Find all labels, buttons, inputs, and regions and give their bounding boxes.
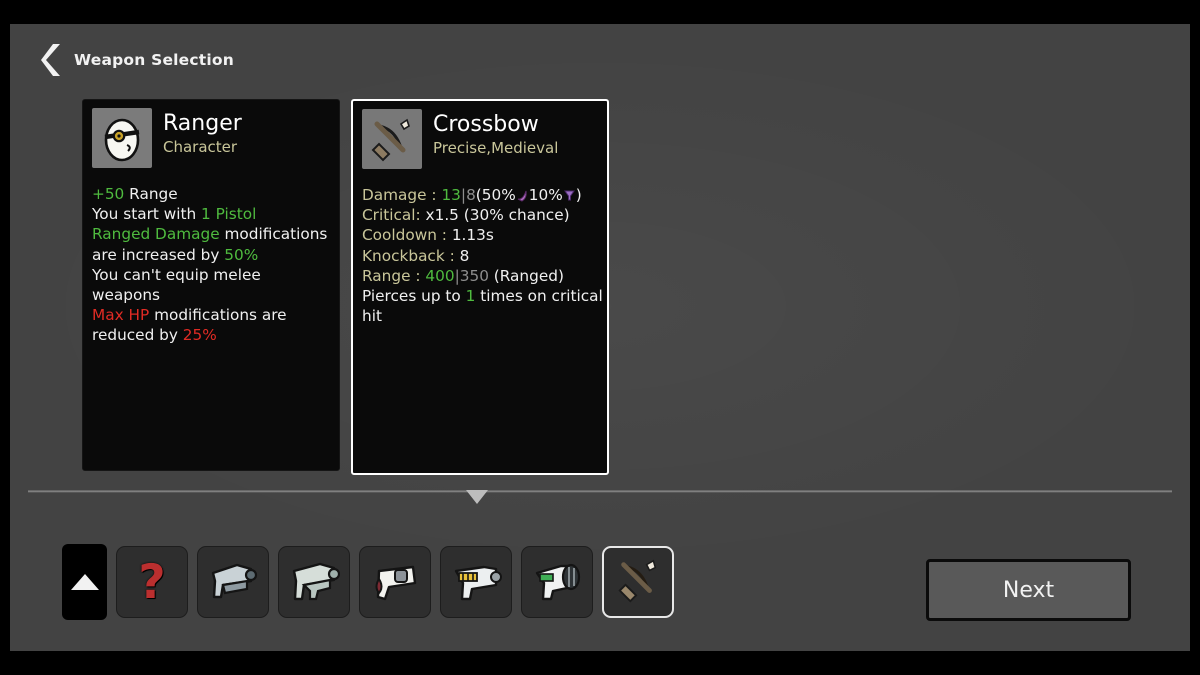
stat-text: 1	[465, 287, 476, 306]
stat-text: )	[575, 186, 582, 204]
divider	[28, 490, 1172, 493]
stat-line: are increased by 50%	[92, 245, 332, 265]
stat-text: +50	[92, 185, 125, 203]
slot-weapon-3[interactable]	[359, 546, 431, 618]
weapon-card[interactable]: Crossbow Precise,Medieval Damage : 13|8(…	[351, 99, 609, 475]
stat-line: Damage : 13|8(50% 10%)	[362, 185, 600, 205]
stat-line: reduced by 25%	[92, 325, 332, 345]
weapon-slot-bar: ?	[62, 544, 674, 620]
stat-text: are increased by	[92, 245, 225, 264]
stat-text: weapons	[92, 286, 161, 305]
triangle-up-icon	[70, 574, 99, 590]
stage: Weapon Selection Ranger Character +50 Ra…	[10, 24, 1190, 651]
stat-text: 350	[459, 266, 489, 285]
stat-text: times on critical	[475, 287, 603, 306]
slot-weapon-5[interactable]	[521, 546, 593, 618]
stat-text: 400	[425, 266, 455, 285]
stat-text: 13	[441, 186, 461, 204]
card-header: Ranger Character	[92, 108, 332, 174]
card-subtitle: Precise,Medieval	[433, 139, 559, 157]
stat-line: hit	[362, 306, 600, 326]
stat-text: Damage :	[362, 186, 442, 204]
shotgun-green-icon	[531, 557, 583, 607]
crossbow-icon	[362, 109, 422, 169]
stat-line: You can't equip melee	[92, 265, 332, 285]
slot-scroll-up[interactable]	[62, 544, 107, 620]
card-subtitle: Character	[163, 138, 238, 156]
stat-text: modifications	[219, 225, 328, 244]
crossbow-icon	[614, 556, 662, 608]
stat-text: You can't equip melee	[92, 265, 261, 284]
stat-text: Ranged Damage	[92, 225, 220, 244]
stat-line: You start with 1 Pistol	[92, 204, 332, 224]
stat-line: Max HP modifications are	[92, 305, 332, 325]
letterbox-right	[1190, 24, 1200, 651]
letterbox-left	[0, 24, 10, 651]
stat-text: 8	[459, 246, 470, 265]
weapon-stat-lines: Damage : 13|8(50% 10%) Critical: x1.5 (30%…	[362, 185, 603, 326]
slot-weapon-6[interactable]	[602, 546, 674, 618]
stat-text: modifications are	[149, 306, 287, 325]
card-title: Ranger	[163, 111, 242, 136]
stat-text: Knockback :	[362, 246, 460, 265]
stat-text: reduced by	[92, 326, 183, 345]
back-chevron-icon[interactable]	[40, 43, 62, 77]
next-button[interactable]: Next	[926, 559, 1131, 621]
stat-text: hit	[362, 307, 382, 326]
slot-unknown-weapon[interactable]: ?	[116, 546, 188, 618]
stat-line: weapons	[92, 285, 332, 305]
stat-line: +50 Range	[92, 184, 332, 204]
character-card[interactable]: Ranger Character +50 Range You start with…	[82, 99, 340, 471]
header: Weapon Selection	[40, 43, 234, 77]
stat-line: Range : 400|350 (Ranged)	[362, 266, 600, 286]
stat-text: 50%	[224, 245, 259, 264]
page-title: Weapon Selection	[74, 51, 234, 69]
slot-weapon-1[interactable]	[197, 546, 269, 618]
stat-text: Max HP	[92, 306, 150, 325]
game-screen: Weapon Selection Ranger Character +50 Ra…	[0, 0, 1200, 675]
ranger-egg-portrait-icon	[92, 108, 152, 168]
stat-line: Knockback : 8	[362, 246, 600, 266]
stat-line: Critical: x1.5 (30% chance)	[362, 205, 600, 225]
stat-text: 10%	[528, 186, 563, 204]
melee-stat-icon	[516, 186, 529, 204]
stat-line: Pierces up to 1 times on critical	[362, 286, 603, 306]
slot-weapon-2[interactable]	[278, 546, 350, 618]
stat-text: Pierces up to	[362, 287, 466, 306]
stat-text: Cooldown :	[362, 226, 452, 245]
pistol-teal-icon	[288, 557, 341, 607]
card-row: Ranger Character +50 Range You start with…	[82, 99, 609, 475]
letterbox-top	[0, 0, 1200, 24]
letterbox-bottom	[0, 651, 1200, 675]
question-mark-icon: ?	[138, 554, 166, 610]
stat-line: Cooldown : 1.13s	[362, 225, 600, 245]
stat-text: (50%	[475, 186, 516, 204]
revolver-icon	[369, 557, 421, 607]
slot-weapon-4[interactable]	[440, 546, 512, 618]
triangle-down-icon	[466, 490, 488, 504]
stat-text: 8	[466, 186, 476, 204]
card-title: Crossbow	[433, 112, 539, 137]
stat-text: (Ranged)	[488, 266, 564, 285]
stat-text: Range :	[362, 266, 426, 285]
character-stat-lines: +50 Range You start with 1 Pistol Ranged D…	[92, 184, 332, 346]
stat-text: Critical:	[362, 206, 426, 225]
stat-text: You start with	[92, 205, 202, 224]
stat-text: 25%	[182, 326, 217, 345]
stat-text: x1.5 (30% chance)	[425, 206, 570, 225]
stat-text: 1 Pistol	[201, 205, 257, 224]
stat-text: Range	[124, 185, 178, 203]
stat-text: 1.13s	[451, 226, 494, 245]
stat-line: Ranged Damage modifications	[92, 224, 332, 244]
pistol-grey-icon	[207, 557, 259, 607]
card-header: Crossbow Precise,Medieval	[362, 109, 600, 175]
smg-yellow-icon	[450, 557, 502, 607]
next-button-label: Next	[1002, 577, 1055, 603]
ranged-stat-icon	[563, 186, 576, 204]
